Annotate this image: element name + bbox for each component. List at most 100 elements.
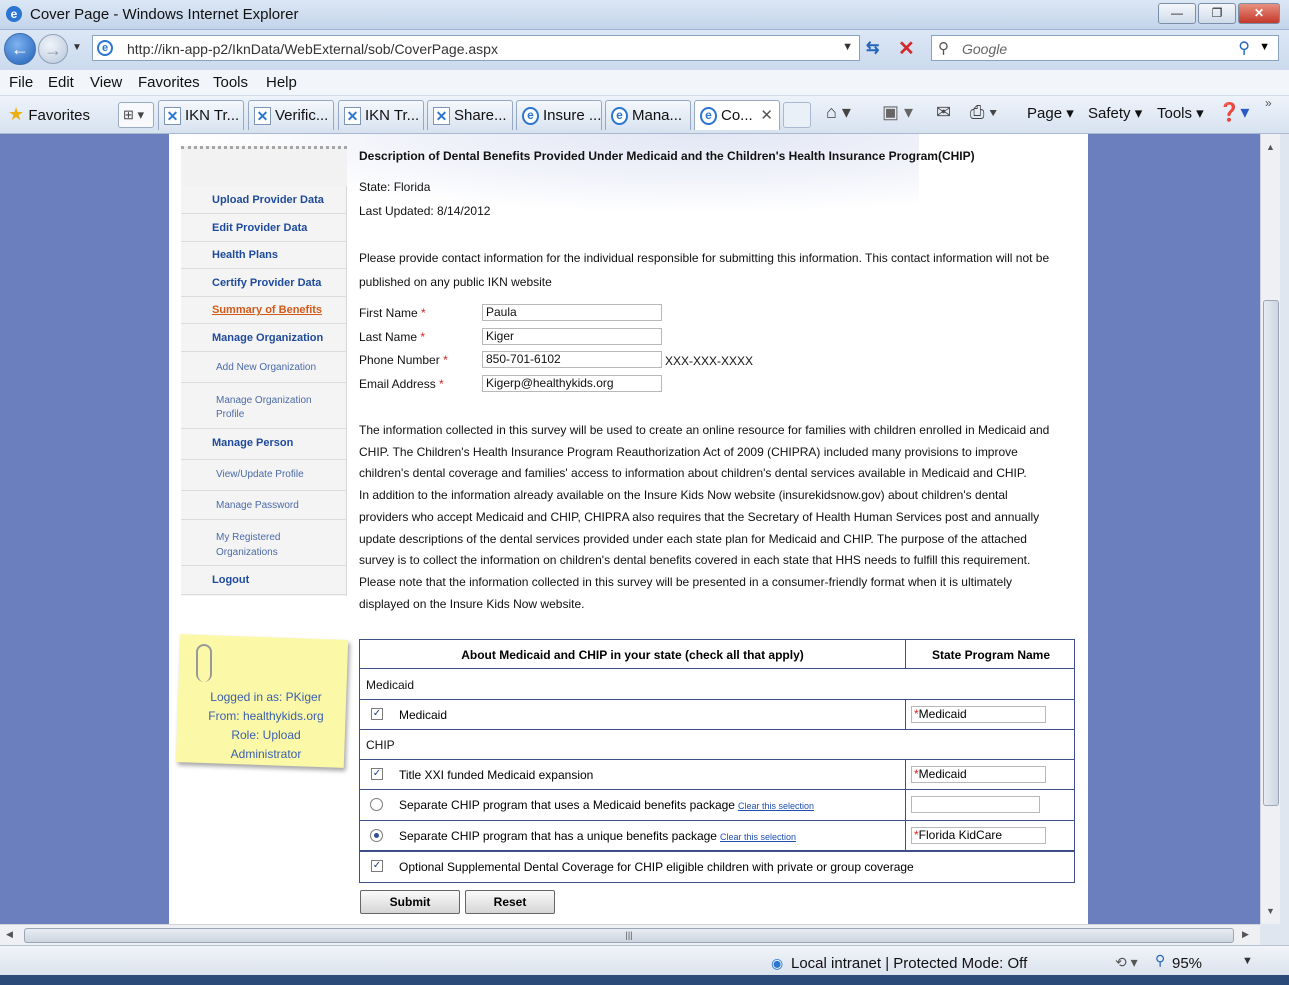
new-tab-button[interactable] (783, 102, 811, 128)
row-label: Medicaid (399, 708, 448, 722)
horizontal-scroll-thumb[interactable]: ||| (24, 928, 1234, 943)
survey-description: The information collected in this survey… (359, 423, 1050, 611)
quick-tabs-button[interactable]: ⊞ ▾ (118, 102, 154, 128)
search-box[interactable]: ⚲ Google ⚲ ▼ (931, 35, 1279, 61)
sidebar-item-health-plans[interactable]: Health Plans (181, 242, 347, 269)
maximize-button[interactable]: ❐ (1198, 3, 1236, 24)
search-provider-icon: ⚲ (938, 40, 949, 57)
row-label: Separate CHIP program that uses a Medica… (399, 798, 815, 812)
mail-icon[interactable]: ✉ (936, 102, 951, 123)
email-label: Email Address * (359, 377, 444, 391)
intranet-zone-icon: ◉ (771, 955, 784, 971)
menu-favorites[interactable]: Favorites (138, 74, 200, 91)
medicaid-checkbox[interactable]: ✓ (371, 708, 383, 720)
vertical-scroll-thumb[interactable] (1263, 300, 1279, 806)
tab-verific[interactable]: ✕ Verific... (248, 100, 334, 130)
page-icon: e (97, 40, 113, 56)
tab-ikn-1[interactable]: ✕ IKN Tr... (158, 100, 244, 130)
refresh-icon[interactable]: ⇆ (866, 38, 879, 58)
menu-bar: File Edit View Favorites Tools Help (0, 70, 1289, 96)
reset-button[interactable]: Reset (465, 890, 555, 914)
separate-chip-medicaid-radio[interactable] (370, 798, 383, 811)
sidebar-item-edit-provider-data[interactable]: Edit Provider Data (181, 214, 347, 242)
sidebar-item-add-new-organization[interactable]: Add New Organization (181, 352, 347, 383)
vertical-scrollbar[interactable]: ▲ ▼ (1260, 134, 1280, 924)
sidebar-item-view-update-profile[interactable]: View/Update Profile (181, 460, 347, 491)
favorites-button[interactable]: ★ Favorites (8, 104, 90, 125)
sidebar-item-summary-of-benefits[interactable]: Summary of Benefits (181, 297, 347, 324)
minimize-button[interactable]: — (1158, 3, 1196, 24)
address-bar[interactable]: e http://ikn-app-p2/IknData/WebExternal/… (92, 35, 860, 61)
stop-icon[interactable]: ✕ (898, 36, 915, 61)
menu-edit[interactable]: Edit (48, 74, 74, 91)
tab-x-icon: ✕ (344, 107, 361, 125)
email-field[interactable]: Kigerp@healthykids.org (482, 375, 662, 392)
separate-chip-medicaid-program-name-field[interactable] (911, 796, 1040, 813)
tab-mana[interactable]: e Mana... (605, 100, 691, 130)
forward-button[interactable]: → (38, 34, 68, 64)
zoom-dropdown-icon[interactable]: ▼ (1242, 955, 1253, 967)
first-name-field[interactable]: Paula (482, 304, 662, 321)
clear-selection-link[interactable]: Clear this selection (738, 801, 814, 811)
search-dropdown-icon[interactable]: ▼ (1259, 41, 1270, 53)
tools-menu[interactable]: Tools ▾ (1157, 104, 1204, 122)
close-button[interactable]: ✕ (1238, 3, 1280, 24)
title-xxi-program-name-field[interactable]: *Medicaid (911, 766, 1046, 783)
phone-field[interactable]: 850-701-6102 (482, 351, 662, 368)
zoom-level[interactable]: 95% (1172, 955, 1202, 972)
optional-supplemental-checkbox[interactable]: ✓ (371, 860, 383, 872)
help-icon[interactable]: ❓▾ (1218, 102, 1249, 123)
medicaid-program-name-field[interactable]: *Medicaid (911, 706, 1046, 723)
tab-ikn-2[interactable]: ✕ IKN Tr... (338, 100, 424, 130)
home-icon[interactable]: ⌂ ▾ (826, 102, 851, 123)
scroll-down-icon[interactable]: ▼ (1266, 906, 1275, 916)
menu-tools[interactable]: Tools (213, 74, 248, 91)
separate-chip-unique-radio[interactable] (370, 829, 383, 842)
sidebar-item-my-registered-organizations[interactable]: My Registered Organizations (181, 520, 347, 566)
menu-file[interactable]: File (9, 74, 33, 91)
protected-mode-icon[interactable]: ⟲ ▾ (1115, 954, 1138, 971)
scroll-right-icon[interactable]: ▶ (1242, 929, 1249, 940)
print-icon[interactable]: ⎙ ▾ (970, 102, 997, 123)
clear-selection-link[interactable]: Clear this selection (720, 832, 796, 842)
sidebar-item-manage-person[interactable]: Manage Person (181, 429, 347, 460)
menu-view[interactable]: View (90, 74, 122, 91)
sidebar-item-manage-password[interactable]: Manage Password (181, 491, 347, 520)
state-label: State: Florida (359, 180, 431, 194)
search-input[interactable]: Google (962, 41, 1007, 57)
url-text[interactable]: http://ikn-app-p2/IknData/WebExternal/so… (127, 41, 498, 57)
address-dropdown-icon[interactable]: ▼ (842, 41, 853, 53)
tab-cover-page[interactable]: e Co... ✕ (694, 100, 780, 130)
back-button[interactable]: ← (4, 33, 36, 65)
tab-share[interactable]: ✕ Share... (427, 100, 513, 130)
contact-intro-line2: published on any public IKN website (359, 275, 552, 289)
tab-close-icon[interactable]: ✕ (760, 106, 773, 124)
separate-chip-unique-program-name-field[interactable]: *Florida KidCare (911, 827, 1046, 844)
tab-x-icon: ✕ (254, 107, 271, 125)
table-row: ✓ Optional Supplemental Dental Coverage … (360, 851, 1074, 882)
sidebar-item-certify-provider-data[interactable]: Certify Provider Data (181, 269, 347, 297)
search-icon[interactable]: ⚲ (1238, 38, 1250, 58)
row-label: Separate CHIP program that has a unique … (399, 829, 797, 843)
submit-button[interactable]: Submit (360, 890, 460, 914)
first-name-label: First Name * (359, 306, 426, 320)
program-table: About Medicaid and CHIP in your state (c… (359, 639, 1075, 883)
security-zone-text[interactable]: Local intranet | Protected Mode: Off (791, 955, 1027, 972)
safety-menu[interactable]: Safety ▾ (1088, 104, 1142, 122)
page-menu[interactable]: Page ▾ (1027, 104, 1074, 122)
feeds-icon[interactable]: ▣ ▾ (882, 102, 913, 123)
sidebar-item-logout[interactable]: Logout (181, 566, 347, 595)
tab-insure[interactable]: e Insure ... (516, 100, 602, 130)
menu-help[interactable]: Help (266, 74, 297, 91)
row-label: Optional Supplemental Dental Coverage fo… (399, 860, 914, 874)
scroll-up-icon[interactable]: ▲ (1266, 142, 1275, 152)
sidebar-item-manage-organization-profile[interactable]: Manage Organization Profile (181, 383, 347, 429)
title-xxi-checkbox[interactable]: ✓ (371, 768, 383, 780)
sidebar-item-upload-provider-data[interactable]: Upload Provider Data (181, 186, 347, 214)
chevron-more-icon[interactable]: » (1265, 96, 1272, 110)
scroll-left-icon[interactable]: ◀ (6, 929, 13, 940)
horizontal-scrollbar[interactable]: ◀ ||| ▶ (0, 924, 1260, 945)
sidebar-item-manage-organization[interactable]: Manage Organization (181, 324, 347, 352)
history-dropdown-icon[interactable]: ▼ (72, 42, 82, 53)
last-name-field[interactable]: Kiger (482, 328, 662, 345)
